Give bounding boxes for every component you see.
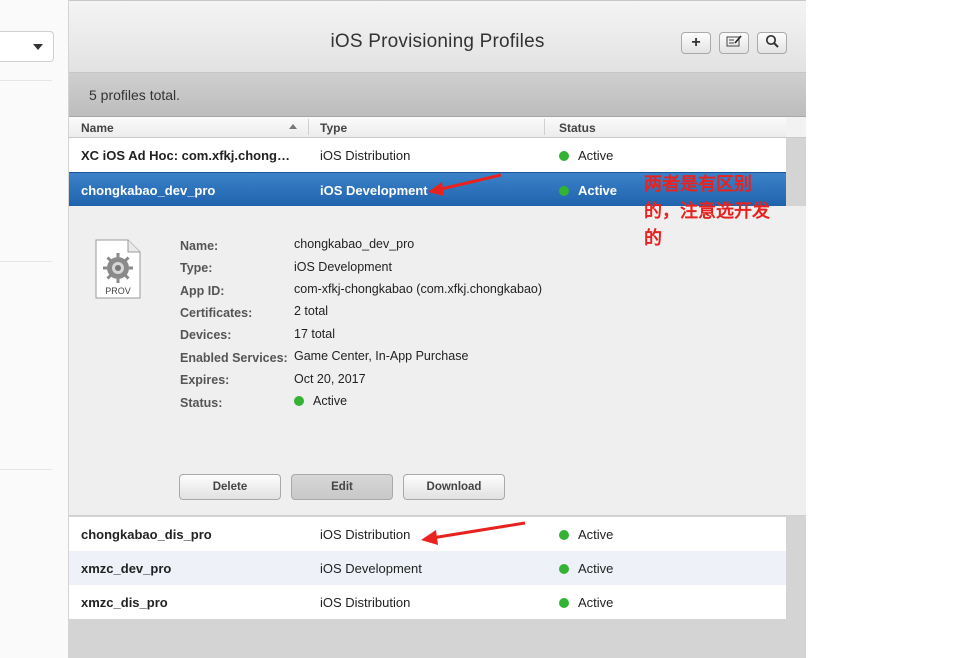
sidebar-divider — [0, 261, 52, 262]
column-divider[interactable] — [544, 119, 545, 135]
table-row[interactable]: xmzc_dev_pro iOS Development Active — [69, 551, 786, 585]
profile-type: iOS Development — [320, 561, 422, 576]
status-active-icon — [559, 151, 569, 161]
profile-type: iOS Distribution — [320, 148, 411, 163]
table-row[interactable]: XC iOS Ad Hoc: com.xfkj.chongkabao iOS D… — [69, 138, 786, 172]
profile-status: Active — [559, 527, 613, 542]
profile-status: Active — [559, 561, 613, 576]
status-text: Active — [578, 527, 614, 542]
annotation-line: 的，注意选开发 — [644, 201, 770, 221]
detail-label: Certificates: — [180, 306, 253, 320]
profile-count: 5 profiles total. — [89, 87, 181, 103]
sidebar-dropdown[interactable] — [0, 31, 54, 62]
table-header: Name Type Status — [69, 117, 786, 138]
profile-detail-pane: PROV Name: chongkabao_dev_pro Type: iOS … — [69, 206, 806, 516]
sidebar — [0, 0, 69, 658]
profile-name: chongkabao_dev_pro — [81, 183, 216, 198]
edit-icon — [726, 34, 742, 52]
column-header-type[interactable]: Type — [320, 121, 347, 135]
profile-type: iOS Development — [320, 183, 428, 198]
profile-status: Active — [559, 183, 617, 198]
detail-value: Game Center, In-App Purchase — [294, 349, 469, 363]
detail-label: App ID: — [180, 284, 225, 298]
profiles-panel: iOS Provisioning Profiles + 5 profiles t… — [69, 0, 806, 658]
sidebar-divider — [0, 469, 52, 470]
table-header-filler — [786, 117, 806, 138]
detail-label: Name: — [180, 239, 219, 253]
profile-name: XC iOS Ad Hoc: com.xfkj.chongkabao — [81, 148, 291, 163]
search-button[interactable] — [757, 32, 787, 54]
annotation-note: 两者是有区别 的，注意选开发 的 — [644, 171, 794, 252]
detail-label: Type: — [180, 261, 213, 275]
status-active-icon — [294, 396, 304, 406]
profile-type: iOS Distribution — [320, 527, 411, 542]
profile-status: Active — [559, 148, 613, 163]
sidebar-divider — [0, 80, 52, 81]
annotation-arrow-icon — [428, 173, 502, 196]
status-text: Active — [578, 595, 614, 610]
status-active-icon — [559, 564, 569, 574]
column-header-status[interactable]: Status — [559, 121, 596, 135]
detail-label: Status: — [180, 396, 223, 410]
prov-file-icon: PROV — [95, 239, 141, 299]
status-text: Active — [578, 148, 614, 163]
download-button[interactable]: Download — [403, 474, 505, 500]
detail-value: chongkabao_dev_pro — [294, 237, 415, 251]
background — [806, 0, 979, 658]
column-header-name[interactable]: Name — [81, 121, 114, 135]
table-row[interactable]: xmzc_dis_pro iOS Distribution Active — [69, 585, 786, 619]
edit-button[interactable] — [719, 32, 749, 54]
edit-profile-button[interactable]: Edit — [291, 474, 393, 500]
status-active-icon — [559, 530, 569, 540]
detail-label: Enabled Services: — [180, 351, 288, 365]
plus-icon: + — [691, 34, 701, 51]
status-text: Active — [578, 183, 618, 198]
annotation-arrow-icon — [421, 521, 526, 545]
status-active-icon — [559, 598, 569, 608]
panel-header: iOS Provisioning Profiles + — [69, 0, 806, 73]
status-active-icon — [559, 186, 569, 196]
annotation-line: 两者是有区别 — [644, 174, 752, 194]
profile-name: xmzc_dis_pro — [81, 595, 168, 610]
profile-count-bar: 5 profiles total. — [69, 73, 806, 117]
profile-type: iOS Distribution — [320, 595, 411, 610]
detail-value: iOS Development — [294, 260, 392, 274]
detail-value: Oct 20, 2017 — [294, 372, 366, 386]
profile-name: chongkabao_dis_pro — [81, 527, 212, 542]
detail-value: 2 total — [294, 304, 329, 318]
search-icon — [765, 34, 779, 53]
annotation-line: 的 — [644, 228, 662, 248]
sort-ascending-icon — [289, 124, 297, 129]
profile-name: xmzc_dev_pro — [81, 561, 172, 576]
add-profile-button[interactable]: + — [681, 32, 711, 54]
profile-status: Active — [559, 595, 613, 610]
detail-value: com-xfkj-chongkabao (com.xfkj.chongkabao… — [294, 282, 543, 296]
detail-status: Active — [294, 394, 347, 408]
detail-value: 17 total — [294, 327, 336, 341]
status-text: Active — [578, 561, 614, 576]
delete-button[interactable]: Delete — [179, 474, 281, 500]
detail-label: Expires: — [180, 373, 230, 387]
detail-label: Devices: — [180, 328, 232, 342]
status-text: Active — [313, 394, 348, 408]
chevron-down-icon — [33, 44, 43, 50]
file-icon-label: PROV — [105, 286, 131, 296]
column-divider[interactable] — [308, 119, 309, 135]
